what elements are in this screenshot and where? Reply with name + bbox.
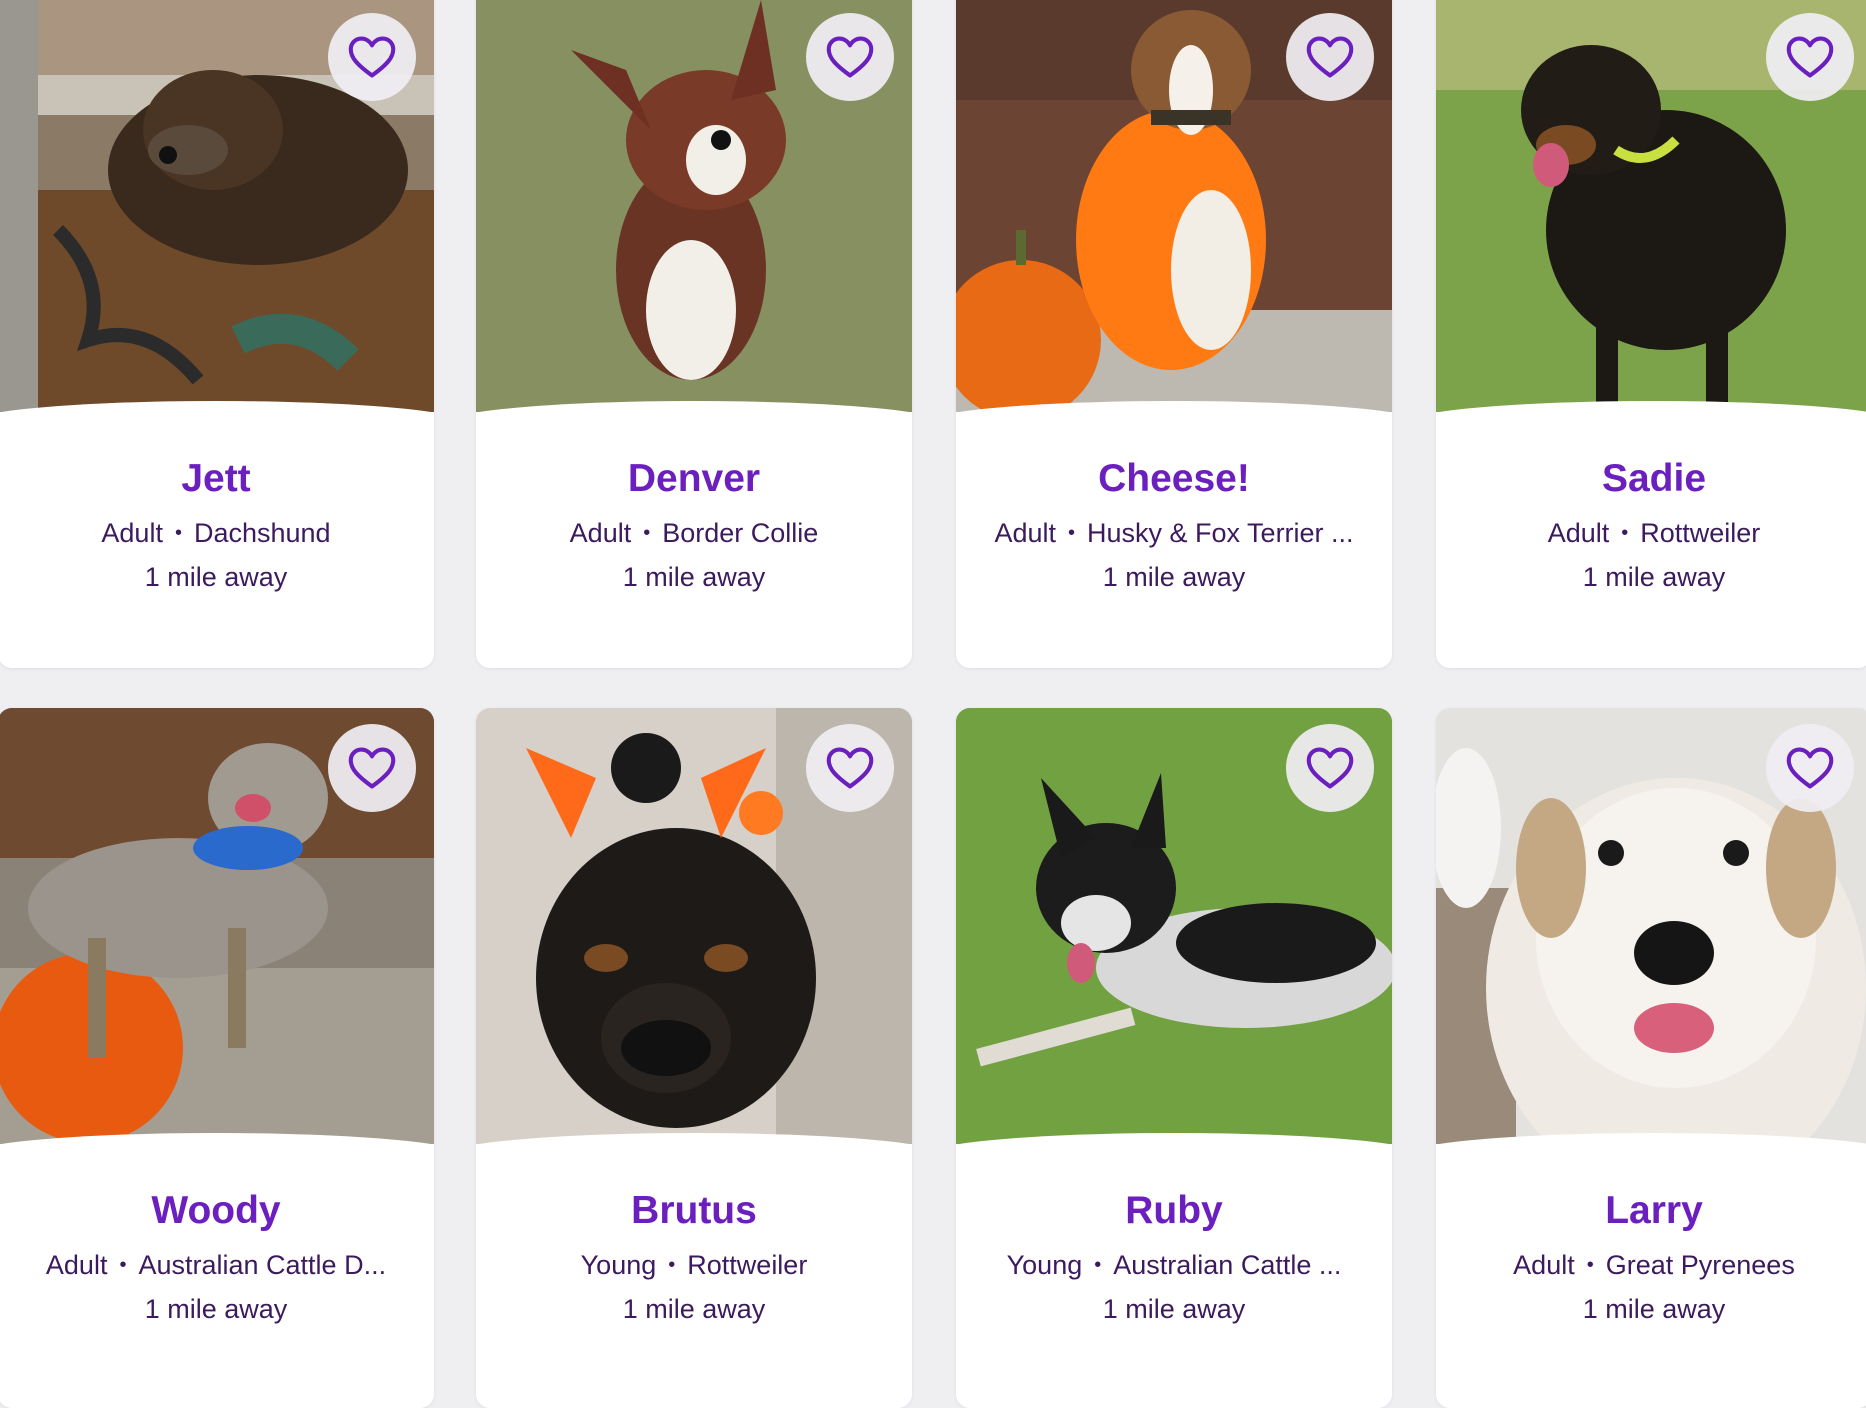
pet-card-ruby[interactable]: Ruby Young • Australian Cattle ... 1 mile … — [956, 708, 1392, 1408]
pet-meta: Adult • Great Pyrenees — [1436, 1250, 1866, 1281]
separator-dot: • — [643, 522, 651, 544]
pet-breed: Rottweiler — [687, 1250, 808, 1280]
pet-name[interactable]: Jett — [0, 457, 434, 501]
separator-dot: • — [1586, 1254, 1594, 1276]
pet-info: Woody Adult • Australian Cattle D... 1 mil… — [0, 1133, 434, 1408]
pet-info: Brutus Young • Rottweiler 1 mile away — [476, 1133, 912, 1408]
pet-info: Ruby Young • Australian Cattle ... 1 mile … — [956, 1133, 1392, 1408]
pet-age: Young — [1006, 1250, 1083, 1280]
pet-name[interactable]: Ruby — [956, 1189, 1392, 1233]
pet-name[interactable]: Larry — [1436, 1189, 1866, 1233]
heart-outline-icon — [824, 31, 876, 83]
favorite-button[interactable] — [1286, 724, 1374, 812]
pet-distance: 1 mile away — [144, 1294, 288, 1324]
favorite-button[interactable] — [806, 13, 894, 101]
pet-card-sadie[interactable]: Sadie Adult • Rottweiler 1 mile away — [1436, 0, 1866, 668]
pet-name[interactable]: Woody — [0, 1189, 434, 1233]
pet-age: Adult — [994, 518, 1056, 548]
pet-breed: Australian Cattle ... — [1113, 1250, 1342, 1280]
pet-name[interactable]: Denver — [476, 457, 912, 501]
pet-meta: Young • Australian Cattle ... — [956, 1250, 1392, 1281]
pet-distance: 1 mile away — [622, 562, 766, 592]
pet-age: Young — [580, 1250, 657, 1280]
separator-dot: • — [119, 1254, 127, 1276]
favorite-button[interactable] — [1286, 13, 1374, 101]
pet-distance: 1 mile away — [622, 1294, 766, 1324]
pet-info: Cheese! Adult • Husky & Fox Terrier ... 1 … — [956, 401, 1392, 668]
heart-outline-icon — [346, 31, 398, 83]
pet-age: Adult — [101, 518, 163, 548]
pet-breed: Husky & Fox Terrier ... — [1087, 518, 1354, 548]
heart-outline-icon — [1304, 742, 1356, 794]
pet-card-larry[interactable]: Larry Adult • Great Pyrenees 1 mile away — [1436, 708, 1866, 1408]
pet-age: Adult — [45, 1250, 108, 1280]
pet-meta: Adult • Australian Cattle D... — [0, 1250, 434, 1281]
favorite-button[interactable] — [328, 13, 416, 101]
heart-outline-icon — [1304, 31, 1356, 83]
pet-breed: Australian Cattle D... — [138, 1250, 387, 1280]
pet-card-cheese[interactable]: Cheese! Adult • Husky & Fox Terrier ... 1 … — [956, 0, 1392, 668]
pet-info: Larry Adult • Great Pyrenees 1 mile away — [1436, 1133, 1866, 1408]
separator-dot: • — [174, 522, 182, 544]
pet-distance: 1 mile away — [1102, 562, 1246, 592]
favorite-button[interactable] — [328, 724, 416, 812]
pet-meta: Adult • Husky & Fox Terrier ... — [956, 518, 1392, 549]
pet-age: Adult — [1547, 518, 1610, 548]
pet-card-woody[interactable]: Woody Adult • Australian Cattle D... 1 mil… — [0, 708, 434, 1408]
heart-outline-icon — [1784, 31, 1836, 83]
separator-dot: • — [1094, 1254, 1102, 1276]
pet-distance: 1 mile away — [1582, 1294, 1726, 1324]
favorite-button[interactable] — [1766, 13, 1854, 101]
heart-outline-icon — [346, 742, 398, 794]
pet-meta: Adult • Dachshund — [0, 518, 434, 549]
pet-distance: 1 mile away — [1102, 1294, 1246, 1324]
heart-outline-icon — [1784, 742, 1836, 794]
pet-name[interactable]: Sadie — [1436, 457, 1866, 501]
pet-card-brutus[interactable]: Brutus Young • Rottweiler 1 mile away — [476, 708, 912, 1408]
favorite-button[interactable] — [1766, 724, 1854, 812]
pet-meta: Adult • Border Collie — [476, 518, 912, 549]
pet-info: Sadie Adult • Rottweiler 1 mile away — [1436, 401, 1866, 668]
pet-meta: Adult • Rottweiler — [1436, 518, 1866, 549]
pet-breed: Dachshund — [193, 518, 331, 548]
pet-meta: Young • Rottweiler — [476, 1250, 912, 1281]
pet-age: Adult — [1513, 1250, 1575, 1280]
pet-name[interactable]: Brutus — [476, 1189, 912, 1233]
pet-breed: Rottweiler — [1640, 518, 1761, 548]
pet-distance: 1 mile away — [144, 562, 288, 592]
pet-breed: Border Collie — [662, 518, 819, 548]
separator-dot: • — [668, 1254, 676, 1276]
separator-dot: • — [1621, 522, 1629, 544]
favorite-button[interactable] — [806, 724, 894, 812]
separator-dot: • — [1067, 522, 1075, 544]
pet-card-jett[interactable]: Jett Adult • Dachshund 1 mile away — [0, 0, 434, 668]
pet-breed: Great Pyrenees — [1605, 1250, 1795, 1280]
pet-age: Adult — [569, 518, 632, 548]
pet-name[interactable]: Cheese! — [956, 457, 1392, 501]
heart-outline-icon — [824, 742, 876, 794]
pet-info: Jett Adult • Dachshund 1 mile away — [0, 401, 434, 668]
pet-info: Denver Adult • Border Collie 1 mile away — [476, 401, 912, 668]
pet-distance: 1 mile away — [1582, 562, 1726, 592]
pet-card-denver[interactable]: Denver Adult • Border Collie 1 mile away — [476, 0, 912, 668]
